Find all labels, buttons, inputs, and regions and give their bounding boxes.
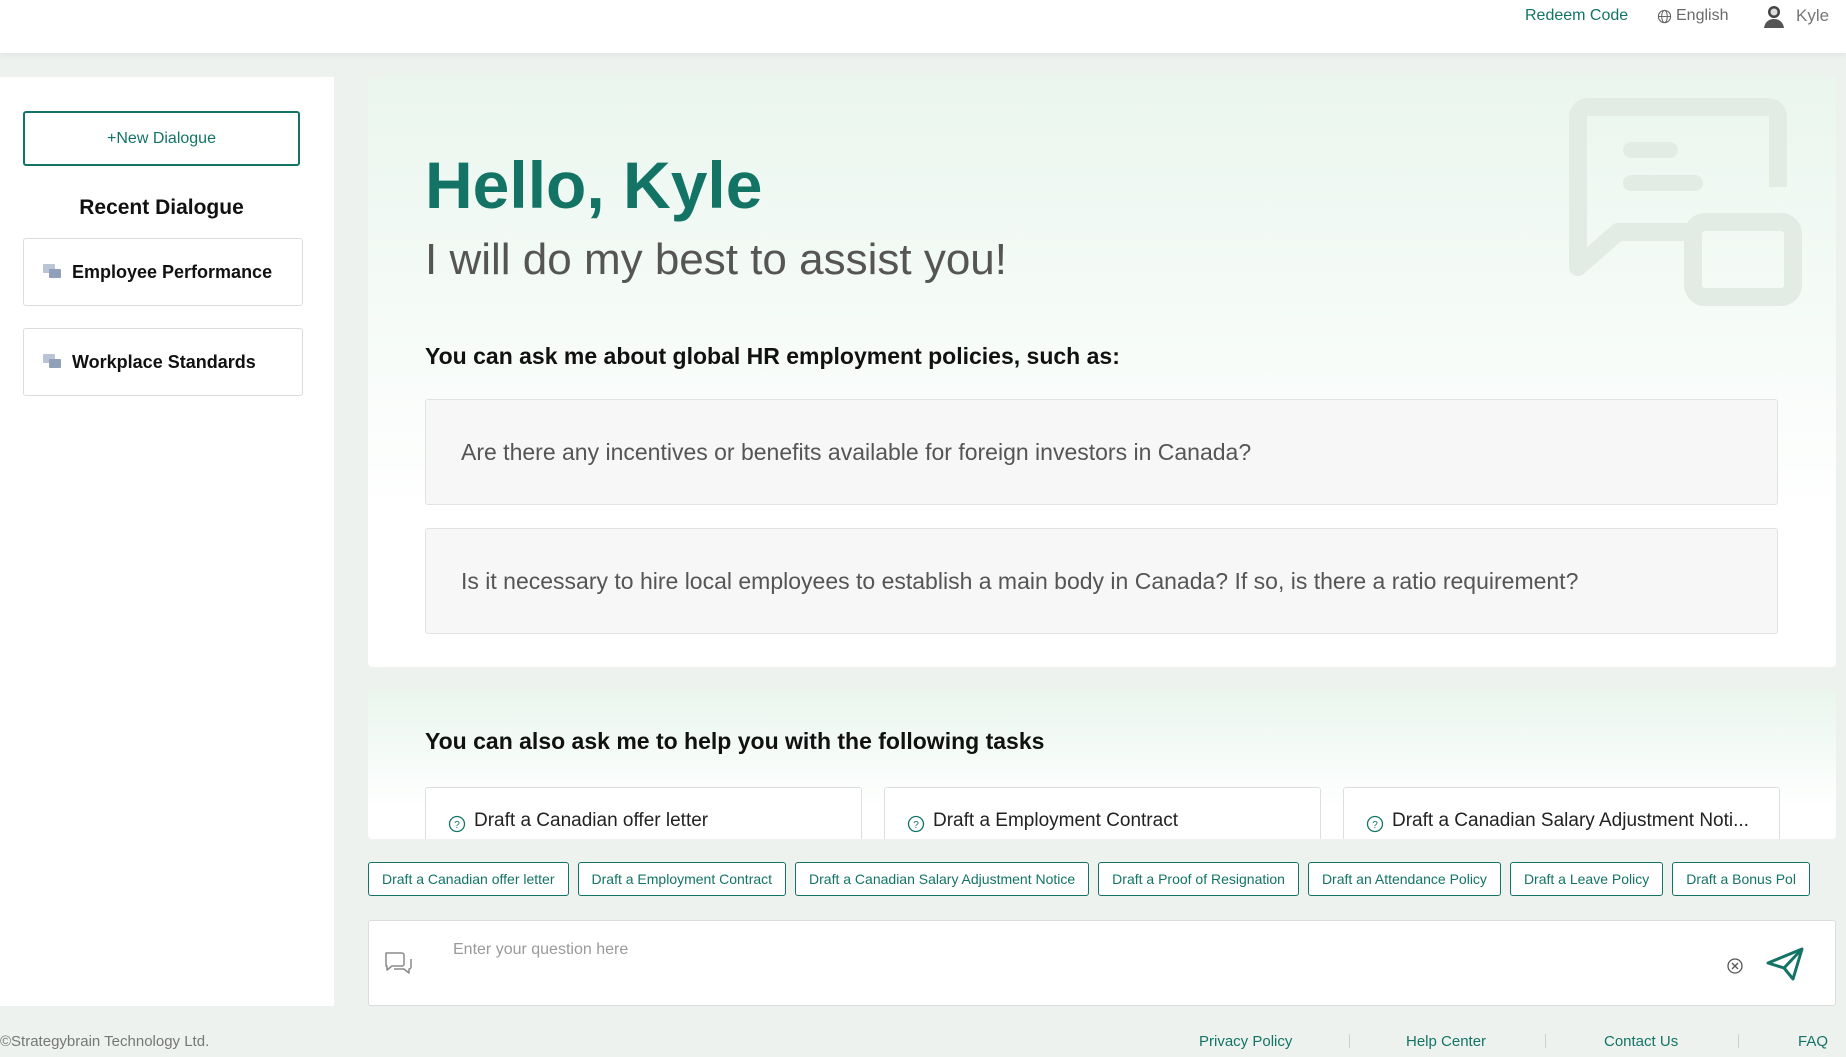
sidebar-item-workplace-standards[interactable]: Workplace Standards: [23, 328, 303, 396]
greeting-subtitle: I will do my best to assist you!: [425, 235, 1007, 284]
user-avatar-icon: [1764, 6, 1784, 28]
question-input[interactable]: [453, 935, 1653, 965]
user-name: Kyle: [1796, 6, 1830, 25]
suggested-question[interactable]: Is it necessary to hire local employees …: [425, 528, 1778, 634]
footer-divider: [1545, 1034, 1546, 1048]
chat-watermark-icon: [1569, 98, 1802, 306]
language-selector[interactable]: English: [1657, 7, 1728, 25]
quick-prompt-chip[interactable]: Draft a Proof of Resignation: [1098, 862, 1299, 896]
footer-divider: [1349, 1034, 1350, 1048]
top-bar: Redeem Code English Kyle: [0, 0, 1846, 53]
avatar: [1760, 2, 1788, 30]
sidebar: +New Dialogue Recent Dialogue Employee P…: [0, 77, 334, 1006]
task-label: Draft a Canadian offer letter: [474, 810, 709, 831]
quick-prompt-chips: Draft a Canadian offer letter Draft a Emp…: [368, 862, 1836, 896]
privacy-policy-link[interactable]: Privacy Policy: [1199, 1033, 1292, 1050]
welcome-card: Hello, Kyle I will do my best to assist …: [368, 77, 1836, 667]
question-icon: ?: [1366, 815, 1384, 833]
tasks-card: You can also ask me to help you with the…: [368, 691, 1836, 839]
redeem-code-link[interactable]: Redeem Code: [1525, 7, 1628, 25]
quick-prompt-chip[interactable]: Draft an Attendance Policy: [1307, 862, 1501, 896]
chat-bubbles-icon: [43, 264, 61, 278]
language-label: English: [1676, 7, 1729, 24]
question-input-bar: [368, 920, 1836, 1006]
svg-text:?: ?: [1372, 820, 1378, 831]
sidebar-item-label: Employee Performance: [72, 261, 273, 282]
help-center-link[interactable]: Help Center: [1406, 1033, 1486, 1050]
sidebar-item-employee-performance[interactable]: Employee Performance: [23, 238, 303, 306]
contact-us-link[interactable]: Contact Us: [1604, 1033, 1678, 1050]
task-label: Draft a Employment Contract: [933, 810, 1178, 831]
svg-text:?: ?: [913, 820, 919, 831]
question-icon: ?: [448, 815, 466, 833]
globe-icon: [1657, 9, 1672, 23]
quick-prompt-chip[interactable]: Draft a Canadian Salary Adjustment Notic…: [795, 862, 1090, 896]
question-icon: ?: [907, 815, 925, 833]
suggestions-title: You can ask me about global HR employmen…: [425, 343, 1120, 369]
greeting-heading: Hello, Kyle: [425, 148, 763, 222]
send-icon[interactable]: [1765, 946, 1805, 982]
task-card[interactable]: ? Draft a Canadian Salary Adjustment Not…: [1343, 787, 1780, 839]
quick-prompt-chip[interactable]: Draft a Bonus Pol: [1672, 862, 1810, 896]
chat-icon: [385, 952, 412, 974]
new-dialogue-button[interactable]: +New Dialogue: [23, 111, 300, 166]
task-label: Draft a Canadian Salary Adjustment Noti.…: [1392, 810, 1749, 831]
svg-text:?: ?: [454, 820, 460, 831]
clear-icon[interactable]: [1726, 957, 1744, 975]
sidebar-item-label: Workplace Standards: [72, 351, 256, 372]
copyright-text: ©Strategybrain Technology Ltd.: [0, 1033, 210, 1050]
chat-bubbles-icon: [43, 354, 61, 368]
quick-prompt-chip[interactable]: Draft a Employment Contract: [577, 862, 787, 896]
footer: ©Strategybrain Technology Ltd. Privacy P…: [0, 1030, 1846, 1057]
quick-prompt-chip[interactable]: Draft a Leave Policy: [1509, 862, 1664, 896]
recent-dialogue-title: Recent Dialogue: [79, 196, 244, 219]
user-menu[interactable]: Kyle: [1760, 2, 1829, 30]
task-card[interactable]: ? Draft a Canadian offer letter: [425, 787, 862, 839]
tasks-title: You can also ask me to help you with the…: [425, 728, 1045, 754]
quick-prompt-chip[interactable]: Draft a Canadian offer letter: [368, 862, 569, 896]
faq-link[interactable]: FAQ: [1798, 1033, 1828, 1050]
task-card[interactable]: ? Draft a Employment Contract: [884, 787, 1321, 839]
footer-divider: [1738, 1034, 1739, 1048]
suggested-question[interactable]: Are there any incentives or benefits ava…: [425, 399, 1778, 505]
